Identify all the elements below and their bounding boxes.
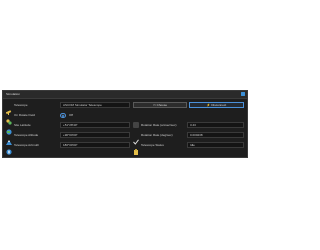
telescope-status-field: Idle	[187, 142, 244, 148]
choose-button-label: Choose	[156, 103, 168, 107]
clipboard-icon	[133, 142, 139, 155]
disconnect-button-label: Disconnect	[211, 103, 227, 107]
on-rotate-field-toggle[interactable]	[60, 113, 66, 118]
plug-icon: ⚡	[206, 103, 211, 107]
rotate-icon	[6, 112, 12, 125]
rotation-rate-deg-label: Rotation Rate (deg/sec)	[141, 133, 173, 137]
telescope-status-label: Telescope Status	[141, 143, 164, 147]
telescope-label: Telescope	[14, 103, 28, 107]
toggle-state-label: Off	[69, 113, 73, 117]
rotation-rate-arcsec-field[interactable]: 3.43	[187, 122, 244, 128]
telescope-altitude-label: Telescope Altitude	[14, 133, 39, 137]
mountain-icon	[6, 132, 12, 145]
site-latitude-label: Site Latitude	[14, 123, 31, 127]
telescope-field[interactable]: ASCOM Simulator Telescope	[60, 102, 130, 108]
row-telescope-altitude: Telescope Altitude +90°00'00" Rotation R…	[3, 131, 247, 145]
disconnect-button[interactable]: ⚡ Disconnect	[189, 102, 244, 108]
on-rotate-field-label: On Rotate Field	[14, 113, 36, 117]
check-icon	[133, 132, 139, 145]
folder-icon: ▭	[152, 103, 156, 107]
collapse-icon[interactable]	[241, 92, 245, 96]
rotation-rate-arcsec-label: Rotation Rate (arcsec/sec)	[141, 123, 177, 127]
row-on-rotate-field: On Rotate Field Off	[3, 111, 247, 125]
row-telescope: Telescope ASCOM Simulator Telescope ▭ Ch…	[3, 101, 247, 115]
row-site-latitude: Site Latitude +51°28'40" Rotation Rate (…	[3, 121, 247, 135]
telescope-azimuth-label: Telescope Azimuth	[14, 143, 40, 147]
telescope-azimuth-field[interactable]: 180°00'00"	[60, 142, 130, 148]
row-telescope-azimuth: Telescope Azimuth 180°00'00" Telescope S…	[3, 141, 247, 155]
panel-title: Simulation	[6, 92, 21, 96]
compass-icon	[6, 142, 12, 155]
site-latitude-field[interactable]: +51°28'40"	[60, 122, 130, 128]
rotation-rate-deg-field[interactable]: 0.000238	[187, 132, 244, 138]
telescope-altitude-field[interactable]: +90°00'00"	[60, 132, 130, 138]
choose-button[interactable]: ▭ Choose	[133, 102, 187, 108]
globe-icon	[6, 122, 12, 135]
simulation-panel: Simulation Telescope ASCOM Simulator Tel…	[2, 90, 248, 158]
telescope-icon	[5, 102, 12, 115]
panel-header: Simulation	[3, 91, 247, 99]
rate-icon	[133, 122, 139, 128]
